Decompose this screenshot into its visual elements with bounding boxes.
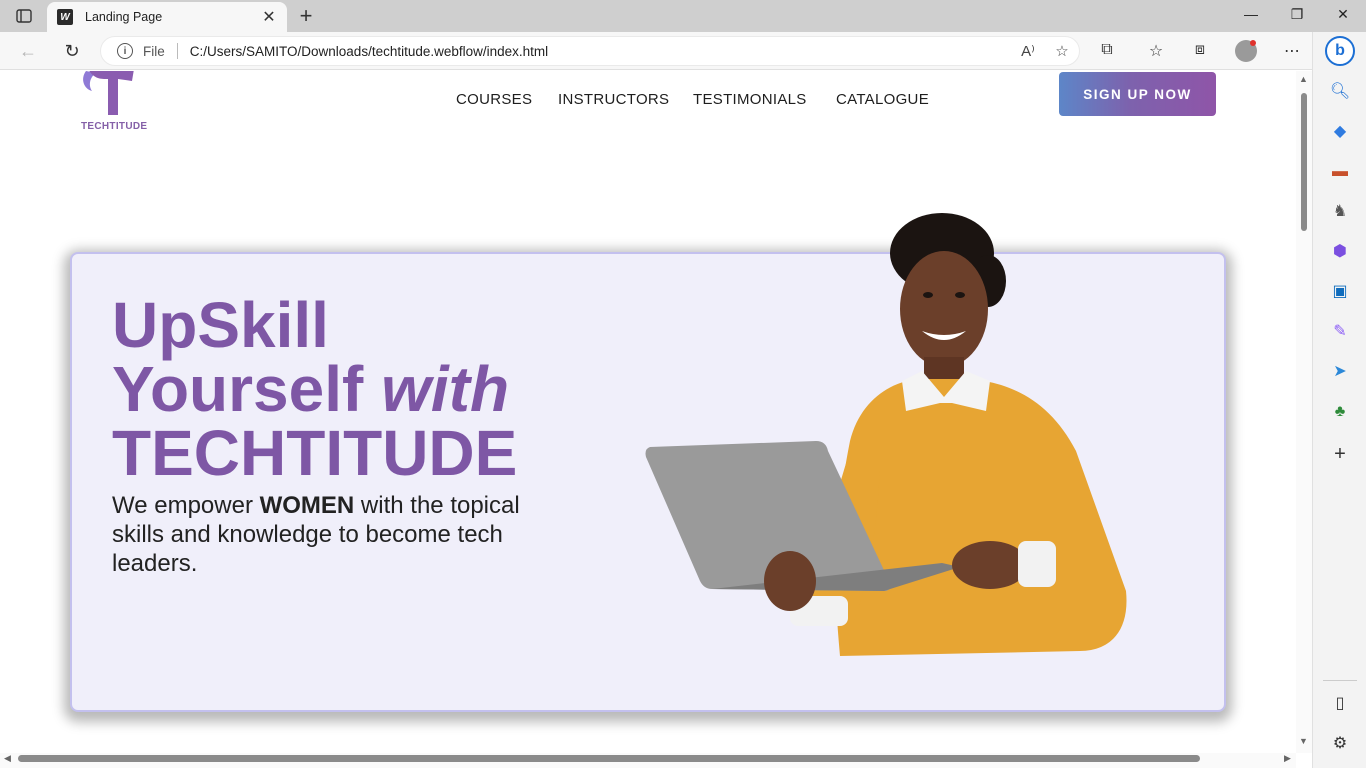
info-icon[interactable]: i <box>117 43 133 59</box>
vertical-scrollbar[interactable]: ▲ ▼ <box>1296 71 1312 753</box>
bing-icon[interactable]: b <box>1325 36 1355 66</box>
more-icon[interactable]: ⋯ <box>1280 41 1304 61</box>
logo-text: TECHTITUDE <box>81 121 148 132</box>
vertical-scroll-thumb[interactable] <box>1301 93 1307 231</box>
add-favorite-icon[interactable]: ☆ <box>1045 42 1079 60</box>
headline-line-3: TECHTITUDE <box>112 417 518 489</box>
address-separator <box>176 43 178 59</box>
horizontal-scroll-thumb[interactable] <box>18 755 1200 762</box>
tools-icon[interactable]: ▬ <box>1328 160 1352 184</box>
shopping-tag-icon[interactable]: ◆ <box>1328 120 1352 144</box>
read-aloud-icon[interactable]: A⁾ <box>1011 42 1045 60</box>
woman-with-laptop-image <box>645 213 1127 656</box>
nav-instructors[interactable]: INSTRUCTORS <box>558 91 669 108</box>
address-url[interactable]: C:/Users/SAMITO/Downloads/techtitude.web… <box>190 44 1011 59</box>
notification-dot <box>1250 40 1256 46</box>
office-icon[interactable]: ⬢ <box>1328 240 1352 264</box>
edge-sidebar: b 🔍︎ ◆ ▬ ♞ ⬢ ▣ ✎ ➤ ♣ + ▯ ⚙ <box>1312 32 1366 768</box>
tab-actions-icon[interactable] <box>10 6 38 26</box>
scroll-down-icon[interactable]: ▼ <box>1299 736 1308 746</box>
collections-icon[interactable]: ⧈ <box>1188 41 1212 61</box>
add-icon[interactable]: + <box>1328 442 1352 466</box>
designer-icon[interactable]: ✎ <box>1328 320 1352 344</box>
refresh-icon[interactable]: ↻ <box>60 40 84 62</box>
close-window-icon[interactable]: ✕ <box>1328 6 1358 26</box>
send-icon[interactable]: ➤ <box>1328 360 1352 384</box>
search-icon[interactable]: 🔍︎ <box>1328 80 1352 104</box>
address-bar[interactable]: i File C:/Users/SAMITO/Downloads/techtit… <box>100 36 1080 66</box>
scroll-right-icon[interactable]: ▶ <box>1284 753 1291 764</box>
browser-toolbar: ← ↻ i File C:/Users/SAMITO/Downloads/tec… <box>0 32 1366 70</box>
tab-close-icon[interactable]: ✕ <box>261 7 277 27</box>
sign-up-button[interactable]: SIGN UP NOW <box>1059 72 1216 116</box>
tab-title: Landing Page <box>85 10 163 24</box>
headline-line-2: Yourself with <box>112 353 510 425</box>
horizontal-scrollbar[interactable]: ◀ ▶ <box>0 753 1296 768</box>
tree-icon[interactable]: ♣ <box>1328 400 1352 424</box>
minimize-icon[interactable]: — <box>1236 6 1266 26</box>
scroll-left-icon[interactable]: ◀ <box>4 753 11 764</box>
scroll-up-icon[interactable]: ▲ <box>1299 74 1308 84</box>
restore-icon[interactable]: ❐ <box>1282 6 1312 26</box>
back-arrow-icon[interactable]: ← <box>16 40 40 62</box>
hero-subtitle: We empower WOMEN with the topical skills… <box>112 492 520 577</box>
headline-line-1: UpSkill <box>112 289 329 361</box>
outlook-icon[interactable]: ▣ <box>1328 280 1352 304</box>
browser-tab[interactable]: W Landing Page ✕ <box>47 2 287 32</box>
address-scheme: File <box>143 43 165 59</box>
extensions-icon[interactable]: ⧉ <box>1095 41 1119 61</box>
hero-headline: UpSkill Yourself with TECHTITUDE <box>112 293 517 485</box>
webflow-favicon-icon: W <box>57 9 73 25</box>
page-viewport: TECHTITUDE COURSES INSTRUCTORS TESTIMONI… <box>0 71 1296 753</box>
settings-icon[interactable]: ⚙ <box>1328 732 1352 756</box>
games-icon[interactable]: ♞ <box>1328 200 1352 224</box>
sidebar-toggle-icon[interactable]: ▯ <box>1328 692 1352 716</box>
favorites-icon[interactable]: ☆ <box>1144 41 1168 61</box>
nav-courses[interactable]: COURSES <box>456 91 532 108</box>
nav-testimonials[interactable]: TESTIMONIALS <box>693 91 807 108</box>
nav-catalogue[interactable]: CATALOGUE <box>836 91 929 108</box>
new-tab-icon[interactable]: + <box>294 4 318 28</box>
sidebar-divider <box>1323 680 1357 681</box>
tab-strip: W Landing Page ✕ + — ❐ ✕ <box>0 0 1366 32</box>
